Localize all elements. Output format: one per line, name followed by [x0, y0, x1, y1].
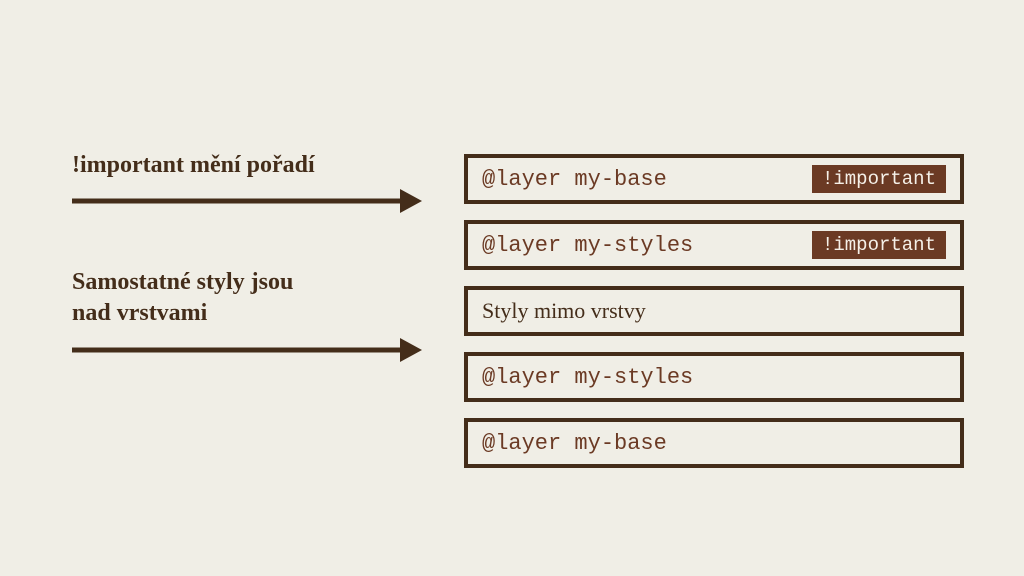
annotations-column: !important mění pořadí Samostatné styly …: [72, 150, 432, 362]
layer-box: @layer my-styles: [464, 352, 964, 402]
arrow-icon: [72, 338, 422, 362]
layer-label: Styly mimo vrstvy: [482, 298, 646, 324]
layers-column: @layer my-base!important@layer my-styles…: [464, 154, 964, 468]
annotation-standalone-line2: nad vrstvami: [72, 300, 207, 326]
important-badge: !important: [812, 231, 946, 259]
layer-box: @layer my-base !important: [464, 154, 964, 204]
annotation-important: !important mění pořadí: [72, 150, 432, 181]
important-badge: !important: [812, 165, 946, 193]
layer-box: @layer my-base: [464, 418, 964, 468]
layer-label: @layer my-styles: [482, 365, 693, 390]
annotation-standalone: Samostatné styly jsou nad vrstvami: [72, 267, 432, 329]
arrow-icon: [72, 189, 422, 213]
layer-label: @layer my-base: [482, 167, 667, 192]
layer-label: @layer my-base: [482, 431, 667, 456]
layer-label: @layer my-styles: [482, 233, 693, 258]
annotation-standalone-line1: Samostatné styly jsou: [72, 269, 293, 295]
layer-box: @layer my-styles !important: [464, 220, 964, 270]
layer-box: Styly mimo vrstvy: [464, 286, 964, 336]
